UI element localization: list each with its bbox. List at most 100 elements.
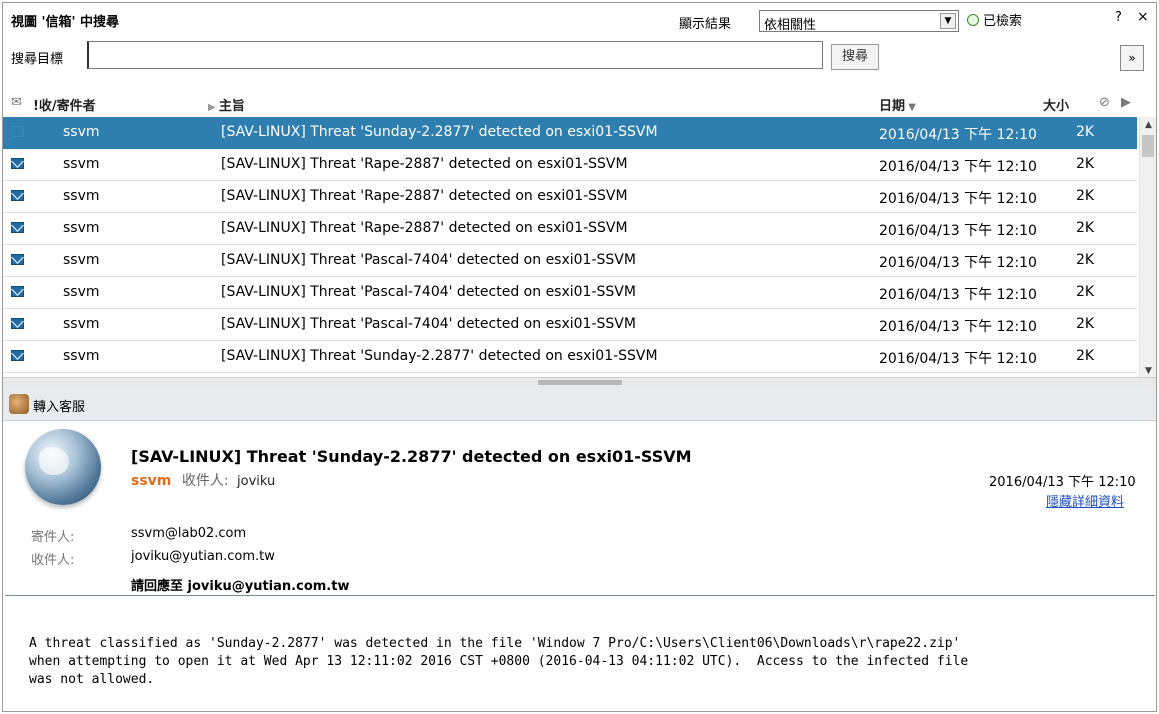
message-size: 2K (1076, 284, 1095, 300)
close-button[interactable]: × (1137, 9, 1149, 25)
message-size: 2K (1076, 220, 1095, 236)
from-label: 寄件人: (31, 530, 75, 545)
search-target-label: 搜尋目標 (11, 52, 64, 67)
search-toolbar: 視圖 '信箱' 中搜尋 顯示結果 依相關性 ▼ 已檢索 ? × 搜尋目標 搜尋 … (3, 3, 1156, 85)
message-sender: ssvm (63, 156, 100, 172)
list-item[interactable]: ssvm [SAV-LINUX] Threat 'Rape-2887' dete… (3, 213, 1137, 245)
message-date: 2016/04/13 下午 12:10 (879, 223, 1037, 239)
message-date: 2016/04/13 下午 12:10 (879, 319, 1037, 335)
list-item[interactable]: ssvm [SAV-LINUX] Threat 'Sunday-2.2877' … (3, 341, 1137, 373)
chevron-down-icon[interactable]: ▼ (940, 13, 956, 29)
sort-desc-icon: ▼ (905, 102, 916, 113)
list-item[interactable]: ssvm [SAV-LINUX] Threat 'Pascal-7404' de… (3, 245, 1137, 277)
message-subject: [SAV-LINUX] Threat 'Pascal-7404' detecte… (221, 284, 636, 300)
list-item[interactable]: ssvm [SAV-LINUX] Threat 'Sunday-2.2877' … (3, 117, 1137, 149)
scrollbar-thumb[interactable] (1142, 135, 1154, 157)
column-size[interactable]: 大小 (1043, 95, 1069, 114)
reply-to-line: 請回應至 joviku@yutian.com.tw (131, 579, 350, 594)
envelope-icon (11, 286, 24, 297)
list-item[interactable]: ssvm [SAV-LINUX] Threat 'Rape-2887' dete… (3, 181, 1137, 213)
preview-from-line: ssvm 收件人: joviku (131, 470, 275, 490)
message-size: 2K (1076, 124, 1095, 140)
message-subject: [SAV-LINUX] Threat 'Rape-2887' detected … (221, 220, 628, 236)
search-input[interactable] (87, 41, 823, 69)
message-list-scrollbar[interactable]: ▲ ▼ (1139, 117, 1156, 379)
paperclip-icon[interactable]: ⊘ (1099, 95, 1110, 110)
message-subject: [SAV-LINUX] Threat 'Sunday-2.2877' detec… (221, 124, 658, 140)
message-body: A threat classified as 'Sunday-2.2877' w… (29, 636, 969, 687)
message-size: 2K (1076, 188, 1095, 204)
hide-details-link[interactable]: 隱藏詳細資料 (1046, 491, 1124, 510)
message-size: 2K (1076, 252, 1095, 268)
message-sender: ssvm (63, 188, 100, 204)
message-date: 2016/04/13 下午 12:10 (879, 287, 1037, 303)
search-status: 已檢索 (967, 10, 1022, 29)
list-item[interactable]: ssvm [SAV-LINUX] Threat 'Rape-2887' dete… (3, 149, 1137, 181)
sort-select-value: 依相關性 (764, 18, 817, 33)
support-agent-icon[interactable] (9, 394, 29, 414)
message-date: 2016/04/13 下午 12:10 (879, 255, 1037, 271)
preview-date: 2016/04/13 下午 12:10 (989, 475, 1136, 490)
flag-icon[interactable]: ▶ (1121, 95, 1131, 110)
preview-to-name[interactable]: joviku (237, 474, 275, 489)
message-subject: [SAV-LINUX] Threat 'Rape-2887' detected … (221, 156, 628, 172)
message-size: 2K (1076, 316, 1095, 332)
message-date: 2016/04/13 下午 12:10 (879, 191, 1037, 207)
search-button[interactable]: 搜尋 (831, 44, 879, 70)
status-dot-icon (967, 13, 979, 26)
envelope-icon (11, 158, 24, 169)
sender-globe-avatar (25, 429, 101, 505)
splitter-grip[interactable] (538, 380, 622, 385)
message-size: 2K (1076, 348, 1095, 364)
envelope-icon (11, 190, 24, 201)
message-subject: [SAV-LINUX] Threat 'Sunday-2.2877' detec… (221, 348, 658, 364)
message-subject: [SAV-LINUX] Threat 'Pascal-7404' detecte… (221, 316, 636, 332)
pane-splitter[interactable] (3, 377, 1156, 387)
message-sender: ssvm (63, 284, 100, 300)
message-sender: ssvm (63, 124, 100, 140)
status-text: 已檢索 (983, 14, 1023, 29)
triangle-right-icon: ▶ (208, 102, 219, 113)
expand-options-button[interactable]: » (1120, 45, 1144, 71)
message-size: 2K (1076, 156, 1095, 172)
column-subject-label: 主旨 (218, 99, 245, 114)
message-subject: [SAV-LINUX] Threat 'Pascal-7404' detecte… (221, 252, 636, 268)
message-sender: ssvm (63, 316, 100, 332)
message-date: 2016/04/13 下午 12:10 (879, 127, 1037, 143)
envelope-icon (11, 318, 24, 329)
sort-select[interactable]: 依相關性 ▼ (759, 10, 959, 33)
column-sender[interactable]: !收/寄件者 (33, 95, 96, 114)
envelope-icon (11, 222, 24, 233)
envelope-icon (11, 254, 24, 265)
search-window: 視圖 '信箱' 中搜尋 顯示結果 依相關性 ▼ 已檢索 ? × 搜尋目標 搜尋 … (2, 2, 1157, 712)
column-date-label: 日期 (879, 99, 906, 114)
search-title: 視圖 '信箱' 中搜尋 (11, 15, 120, 30)
recipient-value[interactable]: joviku@yutian.com.tw (131, 549, 275, 564)
transfer-to-support-button[interactable]: 轉入客服 (33, 396, 85, 415)
show-results-label: 顯示結果 (679, 17, 732, 32)
list-item[interactable]: ssvm [SAV-LINUX] Threat 'Pascal-7404' de… (3, 277, 1137, 309)
envelope-icon (11, 350, 24, 361)
column-date[interactable]: 日期 ▼ (879, 95, 916, 114)
recipient-label: 收件人: (31, 553, 75, 568)
message-date: 2016/04/13 下午 12:10 (879, 159, 1037, 175)
envelope-icon: ✉ (11, 95, 22, 110)
message-list-header: ✉ !收/寄件者 ▶ 主旨 日期 ▼ 大小 ⊘ ▶ (3, 89, 1156, 117)
from-value[interactable]: ssvm@lab02.com (131, 526, 246, 541)
column-subject[interactable]: ▶ 主旨 (208, 95, 245, 114)
preview-subject: [SAV-LINUX] Threat 'Sunday-2.2877' detec… (131, 447, 692, 466)
preview-sender[interactable]: ssvm (131, 473, 171, 489)
help-button[interactable]: ? (1115, 10, 1122, 25)
preview-divider (5, 595, 1155, 596)
message-list: ssvm [SAV-LINUX] Threat 'Sunday-2.2877' … (3, 117, 1156, 375)
list-item[interactable]: ssvm [SAV-LINUX] Threat 'Pascal-7404' de… (3, 309, 1137, 341)
message-sender: ssvm (63, 252, 100, 268)
message-date: 2016/04/13 下午 12:10 (879, 351, 1037, 367)
preview-toolbar: 轉入客服 (3, 387, 1156, 421)
envelope-icon (11, 126, 24, 137)
message-sender: ssvm (63, 220, 100, 236)
preview-to-label: 收件人: (181, 473, 229, 489)
message-sender: ssvm (63, 348, 100, 364)
chevron-up-icon[interactable]: ▲ (1140, 117, 1156, 133)
message-subject: [SAV-LINUX] Threat 'Rape-2887' detected … (221, 188, 628, 204)
